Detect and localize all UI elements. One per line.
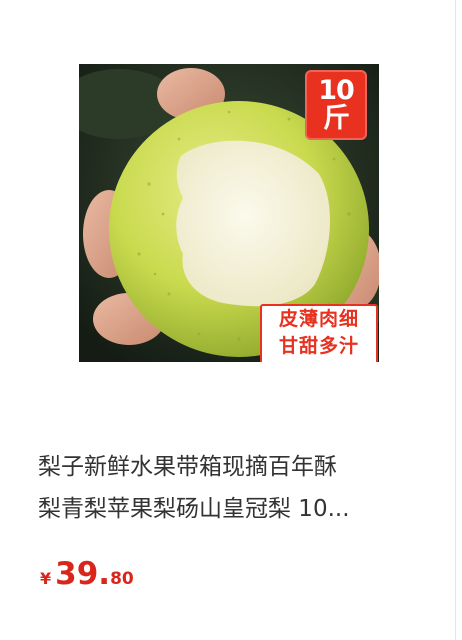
feature-badge: 皮薄肉细 甘甜多汁 [260, 304, 378, 362]
card-divider [455, 0, 456, 640]
product-title-line1: 梨子新鲜水果带箱现摘百年酥 [38, 454, 337, 480]
product-image[interactable]: 10斤 皮薄肉细 甘甜多汁 [79, 64, 379, 362]
currency-symbol: ¥ [40, 569, 52, 588]
feature-badge-line2: 甘甜多汁 [278, 335, 359, 357]
weight-badge: 10斤 [305, 70, 367, 140]
price-integer: 39. [55, 556, 111, 592]
product-price: ¥39.80 [40, 556, 134, 592]
product-card[interactable]: 10斤 皮薄肉细 甘甜多汁 梨子新鲜水果带箱现摘百年酥 梨青梨苹果梨砀山皇冠梨 … [0, 0, 462, 640]
feature-badge-line1: 皮薄肉细 [278, 308, 359, 330]
weight-badge-text: 10斤 [318, 75, 355, 134]
product-title-line2: 梨青梨苹果梨砀山皇冠梨 10... [38, 496, 350, 522]
product-title[interactable]: 梨子新鲜水果带箱现摘百年酥 梨青梨苹果梨砀山皇冠梨 10... [38, 446, 418, 530]
price-decimal: 80 [110, 569, 134, 589]
